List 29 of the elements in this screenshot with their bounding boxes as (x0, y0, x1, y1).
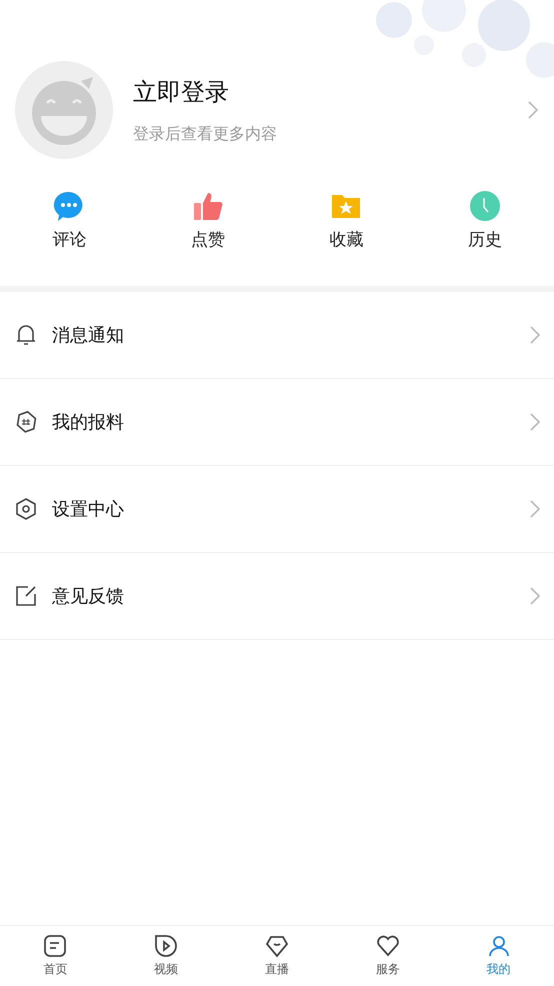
play-icon (154, 934, 178, 958)
chevron-right-icon (530, 500, 540, 518)
chevron-right-icon (528, 101, 538, 119)
hashtag-icon (14, 410, 38, 434)
clock-icon (468, 190, 501, 222)
thumbs-up-icon (192, 190, 224, 222)
heart-icon (376, 934, 400, 958)
login-title[interactable]: 立即登录 (133, 76, 508, 108)
chevron-right-icon (530, 326, 540, 344)
edit-icon (14, 584, 38, 608)
login-subtitle: 登录后查看更多内容 (133, 124, 278, 144)
chevron-right-icon (530, 413, 540, 431)
avatar[interactable] (15, 61, 113, 159)
tab[interactable]: 视频 (110, 926, 222, 986)
shortcut-button[interactable]: 点赞 (138, 190, 277, 251)
chevron-right-icon (530, 587, 540, 605)
bell-icon (14, 323, 38, 347)
document-icon (43, 934, 68, 958)
tab[interactable]: 首页 (0, 926, 111, 986)
settings-icon (14, 497, 38, 521)
shortcut-button[interactable]: 历史 (416, 190, 554, 251)
shortcut-button[interactable]: 评论 (0, 190, 138, 251)
diamond-icon (264, 934, 289, 958)
tab[interactable]: 我的 (443, 926, 554, 986)
tab[interactable]: 直播 (222, 926, 332, 986)
speech-bubble-icon (53, 190, 86, 222)
shortcut-button[interactable]: 收藏 (277, 190, 416, 251)
tab[interactable]: 服务 (332, 926, 444, 986)
user-icon (486, 934, 511, 958)
